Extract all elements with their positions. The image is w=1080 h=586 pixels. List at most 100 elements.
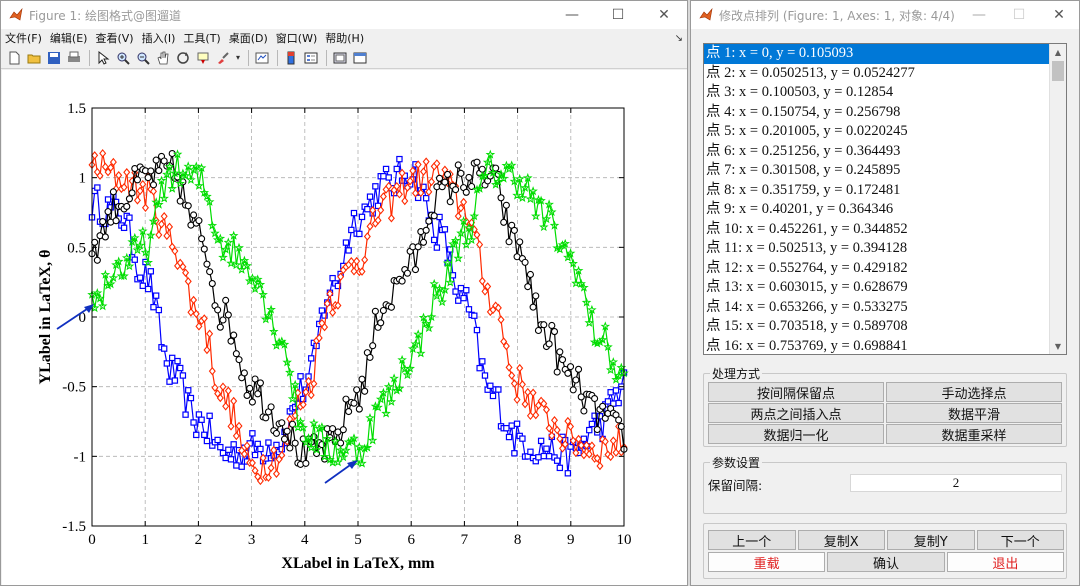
x-axis-label: XLabel in LaTeX, mm	[281, 555, 435, 572]
point-list-item[interactable]: 点 10: x = 0.452261, y = 0.344852	[704, 220, 1049, 240]
menu-edit[interactable]: 编辑(E)	[46, 30, 92, 46]
y-tick-label: -1.5	[62, 519, 86, 535]
diamond-marker	[307, 390, 315, 400]
link-plot-icon[interactable]	[253, 49, 271, 67]
square-marker	[513, 420, 521, 427]
diamond-marker	[526, 411, 534, 421]
point-list-item[interactable]: 点 6: x = 0.251256, y = 0.364493	[704, 142, 1049, 162]
scrollbar-thumb[interactable]	[1052, 61, 1064, 81]
point-list-item[interactable]: 点 13: x = 0.603015, y = 0.628679	[704, 278, 1049, 298]
toolbar-separator	[277, 49, 278, 66]
square-marker	[179, 372, 187, 379]
menu-insert[interactable]: 插入(I)	[138, 30, 180, 46]
figure-canvas[interactable]: 0 1 2 3 4 5 6 7 8 9 10 -1.5 -1 -0.5 0 0.5 1 1.5 XLabel in…	[2, 70, 688, 586]
prev-button[interactable]: 上一个	[708, 530, 796, 550]
resample-data-button[interactable]: 数据重采样	[886, 424, 1062, 444]
square-marker	[190, 419, 197, 426]
show-tools-icon[interactable]	[351, 49, 369, 67]
maximize-button[interactable]: ☐	[595, 1, 641, 29]
diamond-marker	[155, 230, 163, 240]
legend-icon[interactable]	[302, 49, 320, 67]
point-list-item[interactable]: 点 12: x = 0.552764, y = 0.429182	[704, 259, 1049, 279]
points-listbox[interactable]: 点 1: x = 0, y = 0.105093 点 2: x = 0.0502…	[703, 43, 1067, 355]
print-icon[interactable]	[65, 49, 83, 67]
point-list-item[interactable]: 点 8: x = 0.351759, y = 0.172481	[704, 181, 1049, 201]
square-marker	[545, 452, 553, 460]
point-list-item[interactable]: 点 2: x = 0.0502513, y = 0.0524277	[704, 64, 1049, 84]
close-button[interactable]: ✕	[1039, 1, 1079, 29]
line-chart[interactable]: 0 1 2 3 4 5 6 7 8 9 10-1.5-1-0.500.511.5 XLabel in…	[2, 70, 688, 586]
menu-file[interactable]: 文件(F)	[1, 30, 46, 46]
copy-x-button[interactable]: 复制X	[797, 530, 885, 550]
point-list-item[interactable]: 点 1: x = 0, y = 0.105093	[704, 44, 1049, 64]
point-list-item[interactable]: 点 11: x = 0.502513, y = 0.394128	[704, 239, 1049, 259]
dialog-window: 修改点排列 (Figure: 1, Axes: 1, 对象: 4/4) — ☐ …	[690, 0, 1080, 586]
scroll-down-icon[interactable]: ▼	[1050, 338, 1066, 354]
menu-tools[interactable]: 工具(T)	[179, 30, 224, 46]
colorbar-icon[interactable]	[282, 49, 300, 67]
hide-tools-icon[interactable]	[331, 49, 349, 67]
x-tick-label: 3	[248, 532, 256, 548]
minimize-button[interactable]: —	[549, 1, 595, 29]
normalize-data-button[interactable]: 数据归一化	[708, 424, 884, 444]
interval-input[interactable]: 2	[850, 474, 1062, 492]
square-marker	[136, 274, 144, 281]
circle-marker	[353, 386, 361, 394]
y-tick-label: -1	[74, 449, 87, 465]
close-button[interactable]: ✕	[641, 1, 687, 29]
square-marker	[460, 294, 467, 302]
save-icon[interactable]	[45, 49, 63, 67]
chevron-down-icon[interactable]: ▾	[234, 49, 242, 67]
menu-window[interactable]: 窗口(W)	[272, 30, 321, 46]
pointer-icon[interactable]	[94, 49, 112, 67]
zoom-in-icon[interactable]	[114, 49, 132, 67]
reload-button[interactable]: 重载	[708, 552, 826, 572]
dock-arrow-icon[interactable]: ↘	[675, 33, 683, 44]
square-marker	[505, 433, 513, 441]
dialog-titlebar[interactable]: 修改点排列 (Figure: 1, Axes: 1, 对象: 4/4) — ☐ …	[691, 1, 1079, 29]
point-list-item[interactable]: 点 5: x = 0.201005, y = 0.0220245	[704, 122, 1049, 142]
square-marker	[166, 378, 173, 385]
diamond-marker	[454, 211, 462, 221]
diamond-marker	[267, 463, 275, 473]
keep-interval-button[interactable]: 按间隔保留点	[708, 382, 884, 402]
figure-titlebar[interactable]: Figure 1: 绘图格式@图遛道 — ☐ ✕	[1, 1, 687, 29]
point-list-item[interactable]: 点 3: x = 0.100503, y = 0.12854	[704, 83, 1049, 103]
circle-marker	[505, 238, 513, 246]
zoom-out-icon[interactable]	[134, 49, 152, 67]
smooth-data-button[interactable]: 数据平滑	[886, 403, 1062, 423]
minimize-button[interactable]: —	[959, 1, 999, 29]
insert-points-button[interactable]: 两点之间插入点	[708, 403, 884, 423]
menu-desktop[interactable]: 桌面(D)	[225, 30, 272, 46]
pan-hand-icon[interactable]	[154, 49, 172, 67]
new-file-icon[interactable]	[5, 49, 23, 67]
square-marker	[297, 373, 304, 380]
point-list-item[interactable]: 点 7: x = 0.301508, y = 0.245895	[704, 161, 1049, 181]
diamond-marker	[609, 436, 617, 445]
menu-help[interactable]: 帮助(H)	[321, 30, 368, 46]
menu-view[interactable]: 查看(V)	[91, 30, 137, 46]
square-marker	[476, 364, 483, 372]
exit-button[interactable]: 退出	[946, 552, 1064, 572]
rotate-icon[interactable]	[174, 49, 192, 67]
square-marker	[508, 422, 515, 429]
data-cursor-icon[interactable]	[194, 49, 212, 67]
point-list-item[interactable]: 点 14: x = 0.653266, y = 0.533275	[704, 298, 1049, 318]
confirm-button[interactable]: 确认	[827, 552, 945, 572]
copy-y-button[interactable]: 复制Y	[887, 530, 975, 550]
maximize-button[interactable]: ☐	[999, 1, 1039, 29]
scroll-up-icon[interactable]: ▲	[1050, 44, 1066, 60]
diamond-marker	[232, 431, 240, 441]
square-marker	[385, 174, 392, 181]
next-button[interactable]: 下一个	[976, 530, 1064, 550]
brush-icon[interactable]	[214, 49, 232, 67]
diamond-marker	[208, 366, 216, 376]
params-panel: 参数设置 保留间隔: 2	[703, 454, 1067, 514]
manual-select-button[interactable]: 手动选择点	[886, 382, 1062, 402]
point-list-item[interactable]: 点 15: x = 0.703518, y = 0.589708	[704, 317, 1049, 337]
point-list-item[interactable]: 点 4: x = 0.150754, y = 0.256798	[704, 103, 1049, 123]
point-list-item[interactable]: 点 9: x = 0.40201, y = 0.364346	[704, 200, 1049, 220]
list-scrollbar[interactable]: ▲ ▼	[1049, 44, 1066, 354]
open-folder-icon[interactable]	[25, 49, 43, 67]
point-list-item[interactable]: 点 16: x = 0.753769, y = 0.698841	[704, 337, 1049, 355]
